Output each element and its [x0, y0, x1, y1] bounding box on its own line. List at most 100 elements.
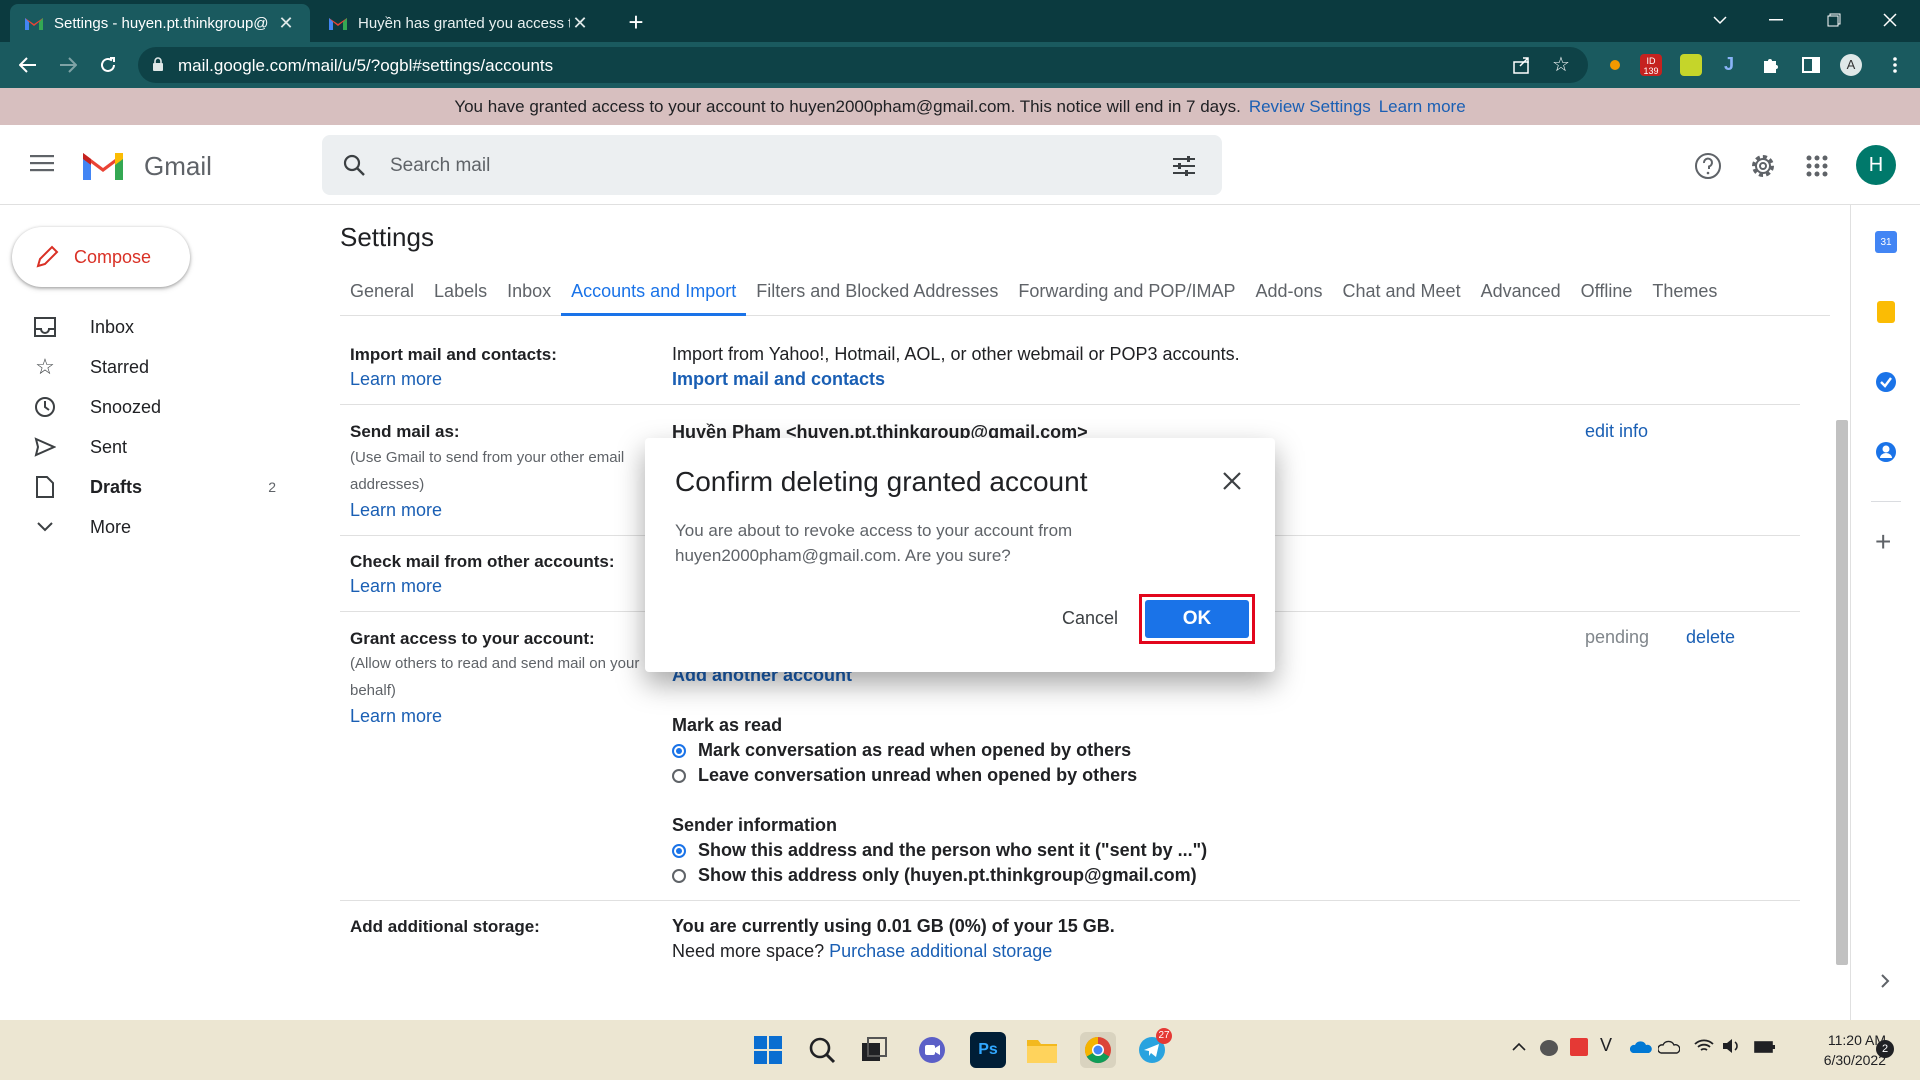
system-clock[interactable]: 11:20 AM 6/30/2022: [1786, 1030, 1886, 1070]
tab-filters[interactable]: Filters and Blocked Addresses: [746, 276, 1008, 316]
tasks-icon[interactable]: [1875, 371, 1897, 393]
tab-search-icon[interactable]: [1692, 0, 1748, 40]
main-menu-icon[interactable]: [30, 153, 54, 173]
grant-learn-more-link[interactable]: Learn more: [350, 706, 442, 727]
apps-grid-icon[interactable]: [1806, 155, 1828, 177]
nav-item-more[interactable]: More: [0, 507, 300, 547]
telegram-icon[interactable]: 27: [1134, 1028, 1172, 1068]
radio-show-sent-by[interactable]: [672, 844, 686, 858]
tray-app-icon[interactable]: [1540, 1040, 1558, 1056]
ok-button[interactable]: OK: [1145, 600, 1249, 638]
check-mail-learn-more-link[interactable]: Learn more: [350, 576, 442, 597]
tab-general[interactable]: General: [340, 276, 424, 316]
mark-read-option[interactable]: Mark conversation as read when opened by…: [698, 740, 1131, 761]
show-address-only-option[interactable]: Show this address only (huyen.pt.thinkgr…: [698, 865, 1197, 886]
windows-start-icon[interactable]: [750, 1032, 786, 1068]
close-tab-icon[interactable]: ✕: [570, 13, 590, 33]
bookmark-star-icon[interactable]: ☆: [1552, 55, 1570, 75]
edit-info-link[interactable]: edit info: [1585, 421, 1648, 442]
tray-v-icon[interactable]: V: [1600, 1035, 1612, 1056]
purchase-storage-link[interactable]: Purchase additional storage: [829, 941, 1052, 961]
help-icon[interactable]: [1694, 152, 1722, 180]
minimize-icon[interactable]: [1748, 0, 1804, 40]
leave-unread-option[interactable]: Leave conversation unread when opened by…: [698, 765, 1137, 786]
browser-tab-granted[interactable]: Huyền has granted you access to ✕: [314, 4, 604, 42]
notice-learn-more-link[interactable]: Learn more: [1379, 97, 1466, 117]
import-learn-more-link[interactable]: Learn more: [350, 369, 442, 390]
review-settings-link[interactable]: Review Settings: [1249, 97, 1371, 117]
new-tab-icon[interactable]: +: [622, 7, 650, 37]
delete-grant-link[interactable]: delete: [1686, 627, 1735, 648]
tab-chat-and-meet[interactable]: Chat and Meet: [1333, 276, 1471, 316]
radio-mark-read[interactable]: [672, 744, 686, 758]
share-icon[interactable]: [1512, 55, 1532, 75]
task-view-icon[interactable]: [856, 1032, 892, 1068]
compose-button[interactable]: Compose: [12, 227, 190, 287]
search-input[interactable]: Search mail: [390, 155, 490, 177]
profile-avatar-icon[interactable]: A: [1840, 54, 1862, 76]
chrome-icon[interactable]: [1080, 1032, 1116, 1068]
gmail-logo-icon[interactable]: [80, 147, 126, 183]
battery-icon[interactable]: [1754, 1040, 1776, 1054]
tab-offline[interactable]: Offline: [1571, 276, 1643, 316]
tab-forwarding[interactable]: Forwarding and POP/IMAP: [1008, 276, 1245, 316]
tab-themes[interactable]: Themes: [1642, 276, 1727, 316]
tray-red-icon[interactable]: [1570, 1038, 1588, 1056]
taskbar-search-icon[interactable]: [804, 1032, 840, 1068]
chrome-menu-icon[interactable]: [1884, 54, 1906, 76]
tab-addons[interactable]: Add-ons: [1245, 276, 1332, 316]
notification-badge[interactable]: 2: [1876, 1040, 1894, 1058]
tab-inbox[interactable]: Inbox: [497, 276, 561, 316]
keep-icon[interactable]: [1877, 301, 1895, 323]
settings-scrollbar[interactable]: [1836, 420, 1848, 965]
tab-accounts-and-import[interactable]: Accounts and Import: [561, 276, 747, 316]
address-bar[interactable]: mail.google.com/mail/u/5/?ogbl#settings/…: [138, 47, 1588, 83]
lock-icon[interactable]: [152, 57, 164, 72]
onedrive-personal-icon[interactable]: [1658, 1040, 1680, 1054]
browser-tab-settings[interactable]: Settings - huyen.pt.thinkgroup@ ✕: [10, 4, 310, 42]
photoshop-icon[interactable]: Ps: [970, 1032, 1006, 1068]
side-panel-icon[interactable]: [1800, 54, 1822, 76]
add-addon-icon[interactable]: +: [1875, 528, 1891, 556]
nav-item-sent[interactable]: Sent: [0, 427, 300, 467]
import-mail-link[interactable]: Import mail and contacts: [672, 369, 885, 390]
radio-show-address-only[interactable]: [672, 869, 686, 883]
nav-item-drafts[interactable]: Drafts 2: [0, 467, 300, 507]
nav-item-snoozed[interactable]: Snoozed: [0, 387, 300, 427]
show-hidden-icons-icon[interactable]: [1512, 1042, 1526, 1052]
close-icon[interactable]: [1217, 466, 1247, 496]
nav-item-starred[interactable]: ☆ Starred: [0, 347, 300, 387]
teams-chat-icon[interactable]: [914, 1032, 950, 1068]
back-icon[interactable]: [14, 51, 42, 79]
row-divider: [340, 404, 1800, 405]
forward-icon[interactable]: [54, 51, 82, 79]
radio-leave-unread[interactable]: [672, 769, 686, 783]
reload-icon[interactable]: [94, 51, 122, 79]
onedrive-icon[interactable]: [1630, 1040, 1652, 1054]
cancel-button[interactable]: Cancel: [1045, 598, 1135, 638]
search-options-icon[interactable]: [1172, 155, 1196, 177]
extension-orange-icon[interactable]: [1604, 54, 1626, 76]
wifi-icon[interactable]: [1694, 1038, 1714, 1054]
settings-gear-icon[interactable]: [1749, 152, 1777, 180]
search-bar[interactable]: Search mail: [322, 135, 1222, 195]
restore-icon[interactable]: [1806, 0, 1862, 40]
send-as-learn-more-link[interactable]: Learn more: [350, 500, 442, 521]
extension-j-icon[interactable]: J: [1718, 54, 1740, 76]
extension-id-icon[interactable]: ID 139: [1640, 54, 1662, 76]
extensions-puzzle-icon[interactable]: [1760, 54, 1782, 76]
contacts-icon[interactable]: [1875, 441, 1897, 463]
close-window-icon[interactable]: [1862, 0, 1918, 40]
extension-yellow-icon[interactable]: [1680, 54, 1702, 76]
nav-item-inbox[interactable]: Inbox: [0, 307, 300, 347]
file-explorer-icon[interactable]: [1024, 1032, 1060, 1068]
search-icon[interactable]: [342, 153, 366, 177]
account-avatar[interactable]: H: [1856, 145, 1896, 185]
expand-panel-icon[interactable]: [1879, 973, 1891, 989]
close-tab-icon[interactable]: ✕: [276, 13, 296, 33]
tab-labels[interactable]: Labels: [424, 276, 497, 316]
volume-icon[interactable]: [1722, 1038, 1742, 1054]
show-sent-by-option[interactable]: Show this address and the person who sen…: [698, 840, 1207, 861]
tab-advanced[interactable]: Advanced: [1471, 276, 1571, 316]
calendar-icon[interactable]: 31: [1875, 231, 1897, 253]
